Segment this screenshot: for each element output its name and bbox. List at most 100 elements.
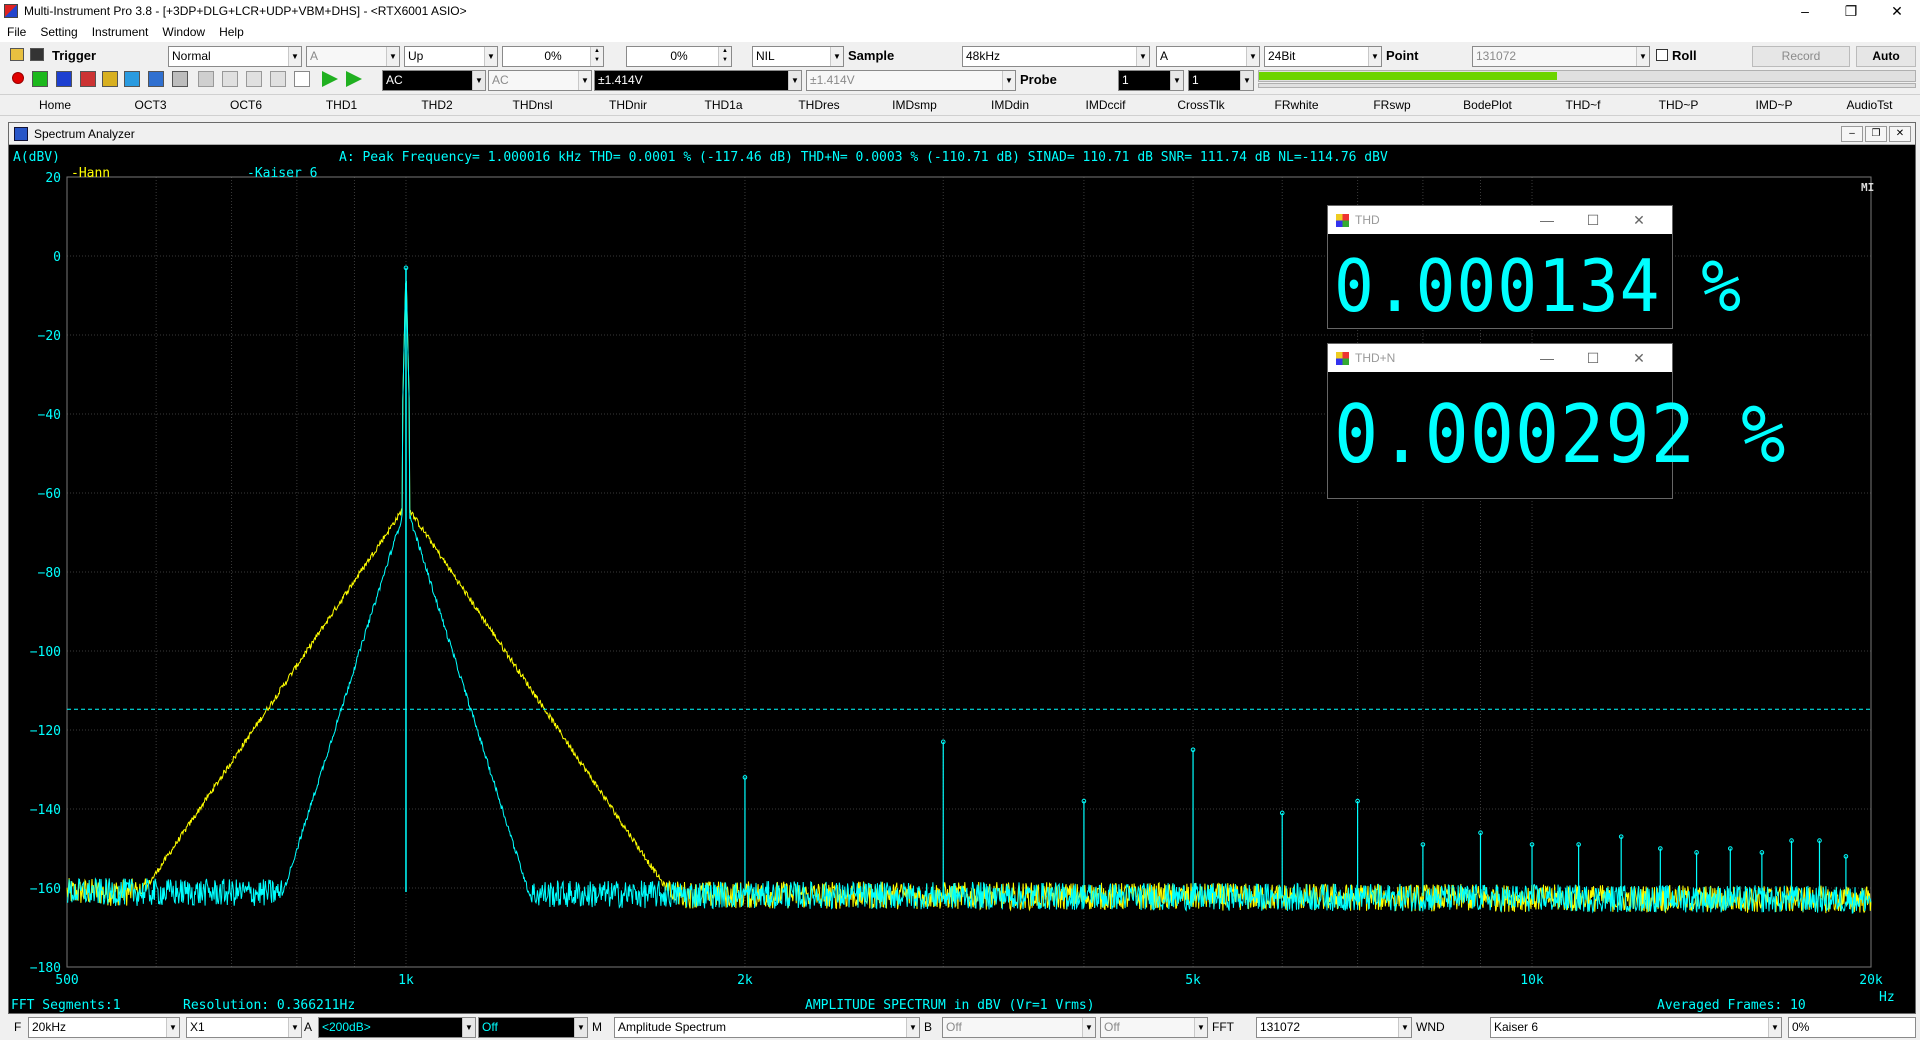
trigger-level-spinner[interactable]: 0% ▲ ▼ [502,46,604,67]
tab-imdccif[interactable]: IMDccif [1058,95,1154,116]
thdn-meter-window[interactable]: THD+N — ☐ ✕ 0.000292 % [1327,343,1785,499]
bit-depth-select[interactable]: 24Bit ▼ [1264,46,1382,67]
spectrum-analyzer-icon[interactable] [56,71,72,87]
coupling-b-select[interactable]: AC ▼ [488,70,592,91]
b-range-select[interactable]: Off ▼ [942,1017,1096,1038]
chevron-down-icon: ▼ [462,1018,475,1037]
tab-home[interactable]: Home [7,95,103,116]
thdn-minimize-button[interactable]: — [1524,348,1570,368]
menu-window[interactable]: Window [155,25,212,39]
play-icon[interactable] [322,71,338,87]
toolbar-trigger: Trigger Normal ▼ A ▼ Up ▼ 0% ▲ ▼ 0% ▲ ▼ NIL ▼ Sa… [0,44,1920,68]
sample-rate-select[interactable]: 48kHz ▼ [962,46,1150,67]
input-level-meter-b [1258,83,1916,88]
tab-oct3[interactable]: OCT3 [103,95,199,116]
resolution-label: Resolution: 0.366211Hz [183,998,355,1013]
chevron-down-icon: ▼ [1240,71,1253,90]
tab-thdnir[interactable]: THDnir [580,95,676,116]
lcr-meter-icon[interactable] [222,71,238,87]
meter-app-icon [1336,213,1349,227]
trigger-mode-select[interactable]: Normal ▼ [168,46,302,67]
tab-frwhite[interactable]: FRwhite [1249,95,1345,116]
thd-close-button[interactable]: ✕ [1616,210,1662,230]
tab-thd1a[interactable]: THD1a [676,95,772,116]
b-offset-select[interactable]: Off ▼ [1100,1017,1208,1038]
restore-button[interactable]: ❐ [1828,0,1874,22]
nil-select[interactable]: NIL ▼ [752,46,844,67]
record-button[interactable]: Record [1752,46,1850,67]
chevron-down-icon: ▼ [1768,1018,1781,1037]
spectrogram-icon[interactable] [80,71,96,87]
thdn-value: 0.000292 % [1334,388,1787,481]
oscilloscope-icon[interactable] [32,71,48,87]
tab-audiotst[interactable]: AudioTst [1822,95,1918,116]
tab-thd2[interactable]: THD2 [389,95,485,116]
tab-crosstlk[interactable]: CrossTlk [1153,95,1249,116]
speaker-icon[interactable] [294,71,310,87]
range-b-select[interactable]: ±1.414V ▼ [806,70,1016,91]
tab-thdres[interactable]: THDres [771,95,867,116]
multimeter-icon[interactable] [102,71,118,87]
auto-button[interactable]: Auto [1856,46,1916,67]
thdn-close-button[interactable]: ✕ [1616,348,1662,368]
thd-maximize-button[interactable]: ☐ [1570,210,1616,230]
a-range-select[interactable]: <200dB> ▼ [318,1017,476,1038]
menu-help[interactable]: Help [212,25,251,39]
chevron-down-icon: ▼ [574,1018,587,1037]
tab-thd-p[interactable]: THD~P [1631,95,1727,116]
play-once-icon[interactable] [346,71,362,87]
spectrum-minimize-button[interactable]: – [1841,126,1863,142]
range-a-select[interactable]: ±1.414V ▼ [594,70,802,91]
close-button[interactable]: ✕ [1874,0,1920,22]
chevron-down-icon: ▼ [578,71,591,90]
data-logger-icon[interactable] [172,71,188,87]
thd-meter-window[interactable]: THD — ☐ ✕ 0.000134 % [1327,205,1741,329]
tab-thd-f[interactable]: THD~f [1535,95,1631,116]
fft-size-select[interactable]: 131072 ▼ [1256,1017,1412,1038]
spectrum-close-button[interactable]: ✕ [1889,126,1911,142]
tab-imd-p[interactable]: IMD~P [1726,95,1822,116]
coupling-a-select[interactable]: AC ▼ [382,70,486,91]
chevron-down-icon: ▼ [386,47,399,66]
menu-setting[interactable]: Setting [33,25,84,39]
menu-instrument[interactable]: Instrument [85,25,156,39]
device-test-icon[interactable] [198,71,214,87]
channel-select[interactable]: A ▼ [1156,46,1260,67]
trigger-edge-select[interactable]: Up ▼ [404,46,498,67]
tab-bodeplot[interactable]: BodePlot [1440,95,1536,116]
minimize-button[interactable]: – [1782,0,1828,22]
frequency-range-select[interactable]: 20kHz ▼ [28,1017,180,1038]
thd-minimize-button[interactable]: — [1524,210,1570,230]
dds-generator-icon[interactable] [148,71,164,87]
a-offset-select[interactable]: Off ▼ [478,1017,588,1038]
spectrum-restore-button[interactable]: ❐ [1865,126,1887,142]
trigger-channel-select[interactable]: A ▼ [306,46,400,67]
roll-checkbox[interactable] [1656,49,1668,61]
mi-badge-icon[interactable]: MI [1861,181,1874,194]
tab-imddin[interactable]: IMDdin [962,95,1058,116]
trigger-delay-spinner[interactable]: 0% ▲ ▼ [626,46,732,67]
menu-file[interactable]: File [0,25,33,39]
points-select[interactable]: 131072 ▼ [1472,46,1650,67]
legend-kaiser: -Kaiser 6 [247,166,317,181]
thdn-maximize-button[interactable]: ☐ [1570,348,1616,368]
tab-oct6[interactable]: OCT6 [198,95,294,116]
open-folder-icon[interactable] [10,48,24,61]
x-tick-label: 10k [1520,973,1544,988]
lcr-b-icon[interactable] [246,71,262,87]
probe-b-select[interactable]: 1 ▼ [1188,70,1254,91]
x-tick-label: 2k [737,973,753,988]
zoom-select[interactable]: X1 ▼ [186,1017,302,1038]
record-dot-icon[interactable] [12,72,24,84]
mode-select[interactable]: Amplitude Spectrum ▼ [614,1017,920,1038]
lcr-c-icon[interactable] [270,71,286,87]
tab-frswp[interactable]: FRswp [1344,95,1440,116]
save-disk-icon[interactable] [30,48,44,61]
tab-imdsmp[interactable]: IMDsmp [867,95,963,116]
progress-field: 0% [1788,1017,1916,1038]
tab-thdnsl[interactable]: THDnsl [485,95,581,116]
signal-generator-icon[interactable] [124,71,140,87]
window-function-select[interactable]: Kaiser 6 ▼ [1490,1017,1782,1038]
probe-a-select[interactable]: 1 ▼ [1118,70,1184,91]
tab-thd1[interactable]: THD1 [294,95,390,116]
